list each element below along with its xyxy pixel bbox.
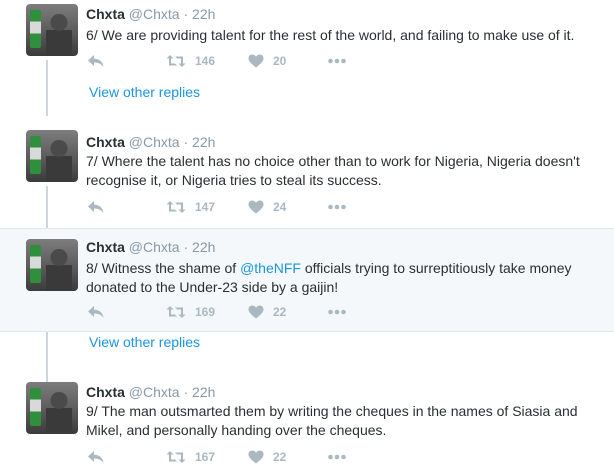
display-name[interactable]: Chxta <box>86 384 125 400</box>
retweet-count: 146 <box>195 54 216 68</box>
more-dots-icon <box>327 54 347 68</box>
like-button[interactable]: 22 <box>248 305 286 319</box>
view-other-replies-link[interactable]: View other replies <box>89 334 200 350</box>
separator: · <box>183 134 189 150</box>
separator: · <box>183 6 189 22</box>
tweet[interactable]: Chxta @Chxta · 22h 6/ We are providing t… <box>0 0 614 76</box>
like-count: 22 <box>273 450 287 464</box>
heart-icon <box>248 305 264 319</box>
heart-icon <box>248 450 264 464</box>
reply-arrow-icon <box>87 305 105 319</box>
like-button[interactable]: 22 <box>248 450 286 464</box>
tweet-highlighted[interactable]: Chxta @Chxta · 22h 8/ Witness the shame … <box>0 228 614 332</box>
tweet-text: 9/ The man outsmarted them by writing th… <box>86 403 578 438</box>
more-button[interactable] <box>327 305 347 319</box>
reply-button[interactable] <box>87 450 105 464</box>
tweet-header: Chxta @Chxta · 22h <box>86 384 215 400</box>
tweet-text: 8/ Witness the shame of @theNFF official… <box>86 260 572 295</box>
retweet-button[interactable]: 169 <box>166 305 215 319</box>
tweet-header: Chxta @Chxta · 22h <box>86 6 215 22</box>
reply-arrow-icon <box>87 450 105 464</box>
reply-arrow-icon <box>87 200 105 214</box>
user-handle[interactable]: @Chxta <box>129 6 180 22</box>
separator: · <box>183 239 189 255</box>
retweet-icon <box>166 200 186 214</box>
user-handle[interactable]: @Chxta <box>129 384 180 400</box>
separator: · <box>183 384 189 400</box>
display-name[interactable]: Chxta <box>86 134 125 150</box>
retweet-button[interactable]: 167 <box>166 450 215 464</box>
like-count: 20 <box>273 54 287 68</box>
avatar[interactable] <box>26 130 78 182</box>
retweet-icon <box>166 450 186 464</box>
more-dots-icon <box>327 200 347 214</box>
retweet-button[interactable]: 147 <box>166 200 215 214</box>
reply-arrow-icon <box>87 54 105 68</box>
more-dots-icon <box>327 450 347 464</box>
tweet-actions: 147 24 <box>86 200 386 218</box>
reply-button[interactable] <box>87 200 105 214</box>
like-button[interactable]: 20 <box>248 54 286 68</box>
mention-link[interactable]: @theNFF <box>240 260 301 276</box>
reply-button[interactable] <box>87 305 105 319</box>
tweet-actions: 167 22 <box>86 450 386 468</box>
tweet-text: 7/ Where the talent has no choice other … <box>86 153 580 188</box>
more-dots-icon <box>327 305 347 319</box>
like-count: 24 <box>273 200 287 214</box>
tweet-actions: 169 22 <box>86 305 386 323</box>
more-button[interactable] <box>327 450 347 464</box>
heart-icon <box>248 200 264 214</box>
view-other-replies-link[interactable]: View other replies <box>89 84 200 100</box>
tweet[interactable]: Chxta @Chxta · 22h 7/ Where the talent h… <box>0 124 614 224</box>
avatar[interactable] <box>26 382 78 434</box>
like-count: 22 <box>273 305 287 319</box>
tweet-text: 6/ We are providing talent for the rest … <box>86 27 575 43</box>
user-handle[interactable]: @Chxta <box>129 134 180 150</box>
heart-icon <box>248 54 264 68</box>
timestamp[interactable]: 22h <box>192 239 215 255</box>
retweet-icon <box>166 54 186 68</box>
retweet-button[interactable]: 146 <box>166 54 215 68</box>
retweet-count: 169 <box>195 305 216 319</box>
tweet-header: Chxta @Chxta · 22h <box>86 239 215 255</box>
tweet-actions: 146 20 <box>86 54 386 72</box>
display-name[interactable]: Chxta <box>86 6 125 22</box>
timestamp[interactable]: 22h <box>192 6 215 22</box>
more-button[interactable] <box>327 54 347 68</box>
reply-button[interactable] <box>87 54 105 68</box>
retweet-count: 167 <box>195 450 216 464</box>
retweet-icon <box>166 305 186 319</box>
display-name[interactable]: Chxta <box>86 239 125 255</box>
tweet[interactable]: Chxta @Chxta · 22h 9/ The man outsmarted… <box>0 374 614 474</box>
avatar[interactable] <box>26 239 78 291</box>
retweet-count: 147 <box>195 200 216 214</box>
like-button[interactable]: 24 <box>248 200 286 214</box>
more-button[interactable] <box>327 200 347 214</box>
timestamp[interactable]: 22h <box>192 134 215 150</box>
avatar[interactable] <box>26 4 78 56</box>
user-handle[interactable]: @Chxta <box>129 239 180 255</box>
timestamp[interactable]: 22h <box>192 384 215 400</box>
tweet-header: Chxta @Chxta · 22h <box>86 134 215 150</box>
